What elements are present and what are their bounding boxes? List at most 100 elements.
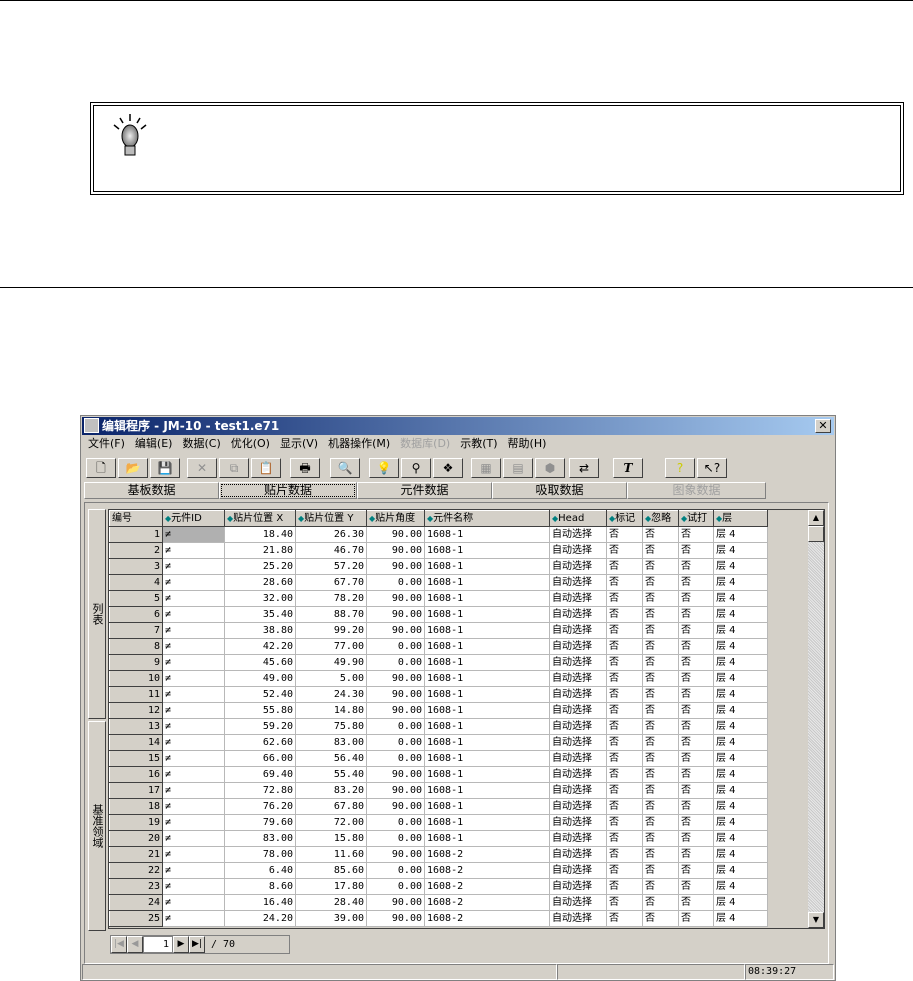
angle-cell[interactable]: 0.00 bbox=[366, 638, 425, 655]
skip-cell[interactable]: 否 bbox=[642, 766, 679, 783]
layer-cell[interactable]: 层 4 bbox=[713, 638, 768, 655]
pos-y-cell[interactable]: 55.40 bbox=[295, 766, 367, 783]
head-cell[interactable]: 自动选择 bbox=[549, 734, 607, 751]
table-row[interactable]: 6 ≠ 35.40 88.70 90.00 1608-1 自动选择否否否层 4 bbox=[109, 606, 768, 623]
part-id-cell[interactable]: ≠ bbox=[162, 846, 225, 863]
column-header[interactable]: 编号 bbox=[109, 510, 163, 527]
layer-cell[interactable]: 层 4 bbox=[713, 606, 768, 623]
side-tab-list[interactable]: 列表 bbox=[88, 509, 106, 719]
table-row[interactable]: 21 ≠ 78.00 11.60 90.00 1608-2 自动选择否否否层 4 bbox=[109, 846, 768, 863]
part-name-cell[interactable]: 1608-1 bbox=[424, 574, 550, 591]
pos-y-cell[interactable]: 88.70 bbox=[295, 606, 367, 623]
skip-cell[interactable]: 否 bbox=[642, 798, 679, 815]
close-button[interactable]: ✕ bbox=[815, 419, 831, 433]
table-row[interactable]: 15 ≠ 66.00 56.40 0.00 1608-1 自动选择否否否层 4 bbox=[109, 750, 768, 767]
part-name-cell[interactable]: 1608-1 bbox=[424, 542, 550, 559]
new-file-icon[interactable]: 🗋 bbox=[86, 458, 116, 478]
mark-cell[interactable]: 否 bbox=[606, 702, 643, 719]
context-help-icon[interactable]: ↖? bbox=[697, 458, 727, 478]
angle-cell[interactable]: 90.00 bbox=[366, 766, 425, 783]
part-id-cell[interactable]: ≠ bbox=[162, 622, 225, 639]
angle-cell[interactable]: 90.00 bbox=[366, 894, 425, 911]
table-row[interactable]: 9 ≠ 45.60 49.90 0.00 1608-1 自动选择否否否层 4 bbox=[109, 654, 768, 671]
part-name-cell[interactable]: 1608-1 bbox=[424, 638, 550, 655]
part-name-cell[interactable]: 1608-1 bbox=[424, 526, 550, 543]
table-row[interactable]: 17 ≠ 72.80 83.20 90.00 1608-1 自动选择否否否层 4 bbox=[109, 782, 768, 799]
prev-page-button[interactable]: ◀ bbox=[127, 936, 143, 953]
column-header[interactable]: ◆贴片位置 X bbox=[224, 510, 296, 527]
layer-cell[interactable]: 层 4 bbox=[713, 702, 768, 719]
mark-cell[interactable]: 否 bbox=[606, 734, 643, 751]
layer-cell[interactable]: 层 4 bbox=[713, 590, 768, 607]
angle-cell[interactable]: 90.00 bbox=[366, 542, 425, 559]
swap-icon[interactable]: ⇄ bbox=[569, 458, 599, 478]
column-header[interactable]: ◆贴片位置 Y bbox=[295, 510, 367, 527]
menu-item[interactable]: 数据库(D) bbox=[395, 435, 455, 453]
part-id-cell[interactable]: ≠ bbox=[162, 654, 225, 671]
menu-item[interactable]: 文件(F) bbox=[83, 435, 130, 453]
mark-cell[interactable]: 否 bbox=[606, 878, 643, 895]
angle-cell[interactable]: 0.00 bbox=[366, 654, 425, 671]
head-cell[interactable]: 自动选择 bbox=[549, 782, 607, 799]
trial-cell[interactable]: 否 bbox=[678, 654, 714, 671]
pos-x-cell[interactable]: 16.40 bbox=[224, 894, 296, 911]
pos-x-cell[interactable]: 18.40 bbox=[224, 526, 296, 543]
skip-cell[interactable]: 否 bbox=[642, 782, 679, 799]
angle-cell[interactable]: 90.00 bbox=[366, 526, 425, 543]
layer-cell[interactable]: 层 4 bbox=[713, 542, 768, 559]
head-cell[interactable]: 自动选择 bbox=[549, 590, 607, 607]
head-cell[interactable]: 自动选择 bbox=[549, 606, 607, 623]
menu-item[interactable]: 帮助(H) bbox=[503, 435, 552, 453]
table-row[interactable]: 2 ≠ 21.80 46.70 90.00 1608-1 自动选择否否否层 4 bbox=[109, 542, 768, 559]
part-id-cell[interactable]: ≠ bbox=[162, 766, 225, 783]
pos-x-cell[interactable]: 28.60 bbox=[224, 574, 296, 591]
last-page-button[interactable]: ▶| bbox=[189, 936, 205, 953]
pos-y-cell[interactable]: 99.20 bbox=[295, 622, 367, 639]
head-cell[interactable]: 自动选择 bbox=[549, 702, 607, 719]
layer-cell[interactable]: 层 4 bbox=[713, 686, 768, 703]
layer-cell[interactable]: 层 4 bbox=[713, 654, 768, 671]
bulb-icon[interactable]: 💡 bbox=[369, 458, 399, 478]
pos-y-cell[interactable]: 67.80 bbox=[295, 798, 367, 815]
paste-icon[interactable]: 📋 bbox=[251, 458, 281, 478]
layer-cell[interactable]: 层 4 bbox=[713, 798, 768, 815]
tab-4[interactable]: 图象数据 bbox=[627, 482, 766, 499]
pos-y-cell[interactable]: 75.80 bbox=[295, 718, 367, 735]
help-icon[interactable]: ? bbox=[665, 458, 695, 478]
head-cell[interactable]: 自动选择 bbox=[549, 686, 607, 703]
skip-cell[interactable]: 否 bbox=[642, 526, 679, 543]
part-id-cell[interactable]: ≠ bbox=[162, 702, 225, 719]
table-row[interactable]: 24 ≠ 16.40 28.40 90.00 1608-2 自动选择否否否层 4 bbox=[109, 894, 768, 911]
angle-cell[interactable]: 90.00 bbox=[366, 606, 425, 623]
part-name-cell[interactable]: 1608-1 bbox=[424, 718, 550, 735]
pos-y-cell[interactable]: 56.40 bbox=[295, 750, 367, 767]
skip-cell[interactable]: 否 bbox=[642, 654, 679, 671]
mark-cell[interactable]: 否 bbox=[606, 526, 643, 543]
column-header[interactable]: ◆试打 bbox=[678, 510, 714, 527]
skip-cell[interactable]: 否 bbox=[642, 814, 679, 831]
head-cell[interactable]: 自动选择 bbox=[549, 862, 607, 879]
table-row[interactable]: 10 ≠ 49.00 5.00 90.00 1608-1 自动选择否否否层 4 bbox=[109, 670, 768, 687]
table-row[interactable]: 4 ≠ 28.60 67.70 0.00 1608-1 自动选择否否否层 4 bbox=[109, 574, 768, 591]
mark-cell[interactable]: 否 bbox=[606, 574, 643, 591]
pos-y-cell[interactable]: 72.00 bbox=[295, 814, 367, 831]
pos-x-cell[interactable]: 78.00 bbox=[224, 846, 296, 863]
next-page-button[interactable]: ▶ bbox=[173, 936, 189, 953]
trial-cell[interactable]: 否 bbox=[678, 846, 714, 863]
table-row[interactable]: 12 ≠ 55.80 14.80 90.00 1608-1 自动选择否否否层 4 bbox=[109, 702, 768, 719]
pos-y-cell[interactable]: 39.00 bbox=[295, 910, 367, 927]
mark-cell[interactable]: 否 bbox=[606, 670, 643, 687]
head-cell[interactable]: 自动选择 bbox=[549, 846, 607, 863]
pos-x-cell[interactable]: 6.40 bbox=[224, 862, 296, 879]
part-name-cell[interactable]: 1608-1 bbox=[424, 558, 550, 575]
trial-cell[interactable]: 否 bbox=[678, 526, 714, 543]
part-id-cell[interactable]: ≠ bbox=[162, 638, 225, 655]
layer-cell[interactable]: 层 4 bbox=[713, 574, 768, 591]
layer-cell[interactable]: 层 4 bbox=[713, 766, 768, 783]
skip-cell[interactable]: 否 bbox=[642, 542, 679, 559]
column-header[interactable]: ◆元件名称 bbox=[424, 510, 550, 527]
head-cell[interactable]: 自动选择 bbox=[549, 638, 607, 655]
menu-item[interactable]: 机器操作(M) bbox=[323, 435, 395, 453]
layer-cell[interactable]: 层 4 bbox=[713, 526, 768, 543]
trial-cell[interactable]: 否 bbox=[678, 574, 714, 591]
